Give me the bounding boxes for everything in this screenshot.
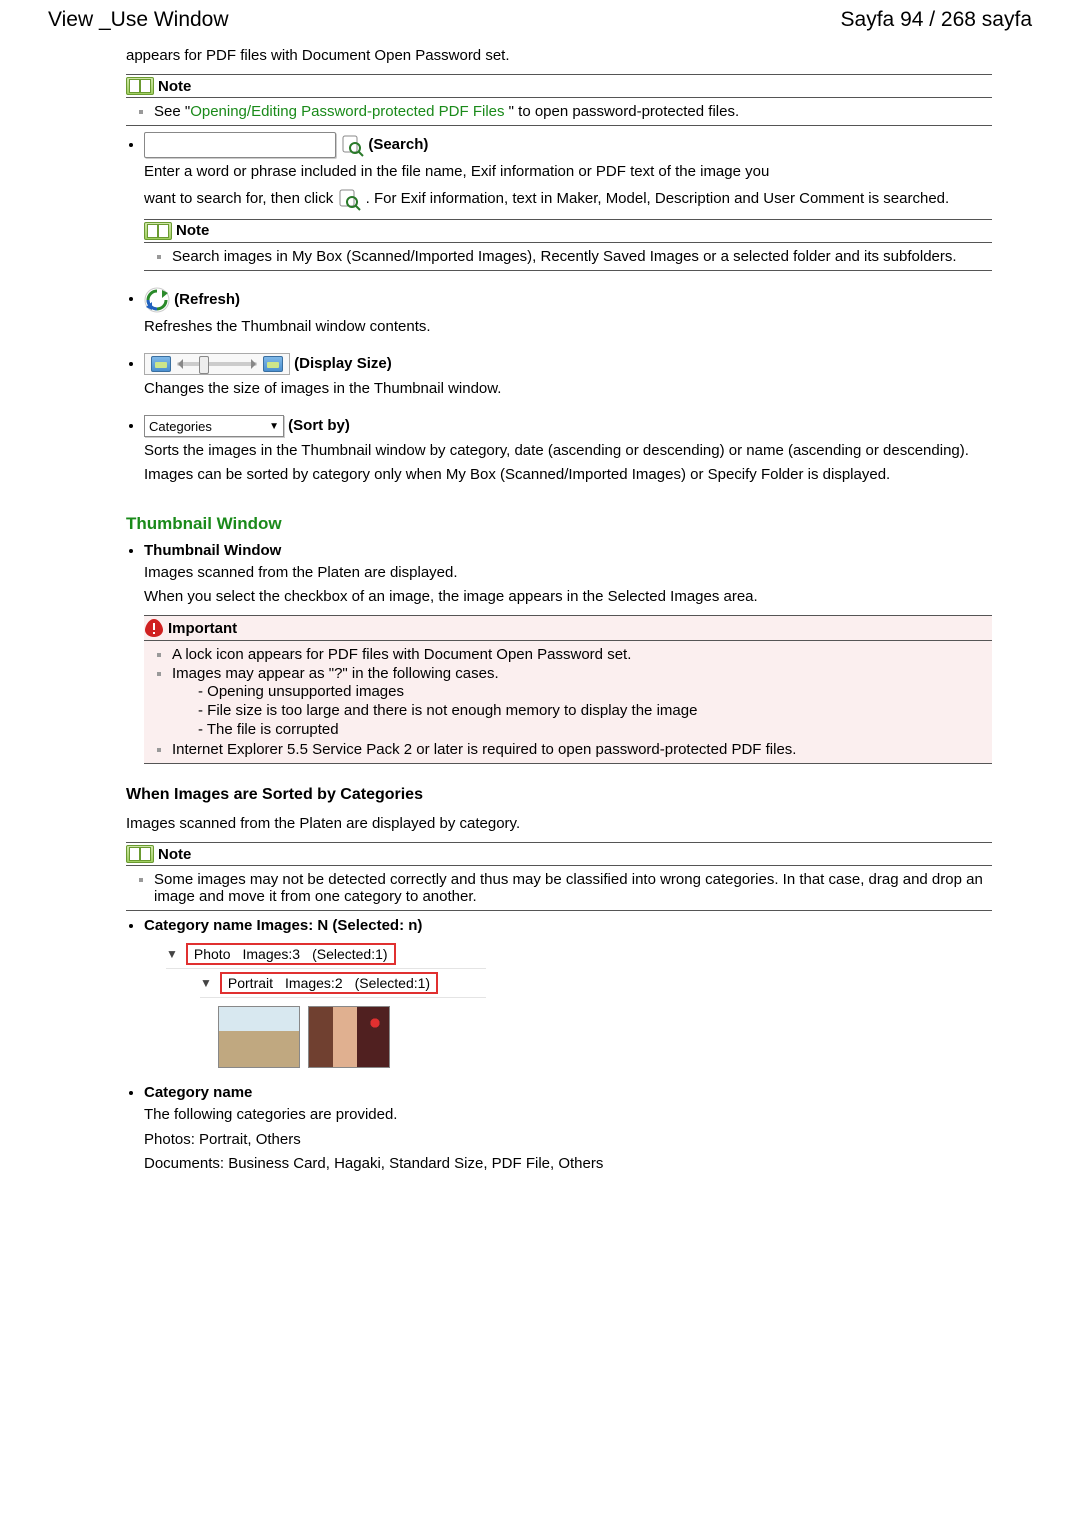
refresh-item: (Refresh) Refreshes the Thumbnail window… [144, 287, 992, 337]
search-icon-inline[interactable] [337, 187, 361, 211]
imp-i3: Internet Explorer 5.5 Service Pack 2 or … [172, 740, 992, 759]
note-title: Note [176, 222, 209, 239]
note-box-3: Note Some images may not be detected cor… [126, 842, 992, 911]
category-tree: ▼ Photo Images:3 (Selected:1) ▼ Portrait… [166, 940, 486, 1068]
refresh-icon[interactable] [144, 287, 170, 313]
catname-p2: Photos: Portrait, Others [144, 1130, 992, 1150]
note1-item: See "Opening/Editing Password-protected … [154, 102, 992, 121]
sortby-label: (Sort by) [288, 417, 350, 434]
note-icon [126, 77, 154, 95]
refresh-text: Refreshes the Thumbnail window contents. [144, 317, 992, 337]
imp-d3: - The file is corrupted [198, 720, 992, 739]
collapse-icon[interactable]: ▼ [200, 976, 212, 990]
category-name-bullet: Category name The following categories a… [144, 1084, 992, 1174]
search-line1: Enter a word or phrase included in the f… [144, 162, 992, 182]
display-size-slider[interactable] [144, 353, 290, 375]
sorted-intro: Images scanned from the Platen are displ… [126, 814, 992, 834]
sortby-dropdown[interactable]: Categories ▼ [144, 415, 284, 437]
search-line2: want to search for, then click . For Exi… [144, 187, 992, 211]
imp-d2: - File size is too large and there is no… [198, 701, 992, 720]
thumb-p1: Images scanned from the Platen are displ… [144, 563, 992, 583]
note-icon [144, 222, 172, 240]
thumbnail-window-bullet: Thumbnail Window Images scanned from the… [144, 542, 992, 765]
search-icon[interactable] [340, 133, 364, 157]
note-title: Note [158, 78, 191, 95]
imp-d1: - Opening unsupported images [198, 682, 992, 701]
note3-item: Some images may not be detected correctl… [154, 870, 992, 906]
chevron-down-icon: ▼ [269, 421, 279, 432]
sorted-title: When Images are Sorted by Categories [126, 786, 992, 804]
sortby-text1: Sorts the images in the Thumbnail window… [144, 441, 992, 461]
header-left: View _Use Window [48, 8, 229, 32]
thumb-large-icon [263, 356, 283, 372]
important-title: Important [168, 620, 237, 637]
thumb-small-icon [151, 356, 171, 372]
note-box-2: Note Search images in My Box (Scanned/Im… [144, 219, 992, 271]
pdf-link[interactable]: Opening/Editing Password-protected PDF F… [190, 103, 504, 120]
catname-p1: The following categories are provided. [144, 1105, 992, 1125]
important-icon [144, 618, 164, 638]
display-size-item: (Display Size) Changes the size of image… [144, 353, 992, 399]
note-icon [126, 845, 154, 863]
thumb-p2: When you select the checkbox of an image… [144, 587, 992, 607]
intro-text: appears for PDF files with Document Open… [126, 46, 992, 66]
thumbnail-image[interactable] [308, 1006, 390, 1068]
thumbnail-window-title: Thumbnail Window [126, 514, 992, 534]
category-row-portrait[interactable]: ▼ Portrait Images:2 (Selected:1) [200, 969, 486, 998]
search-label: (Search) [368, 136, 428, 153]
search-input[interactable] [144, 132, 336, 158]
sortby-item: Categories ▼ (Sort by) Sorts the images … [144, 415, 992, 486]
category-row-photo[interactable]: ▼ Photo Images:3 (Selected:1) [166, 940, 486, 969]
search-item: (Search) Enter a word or phrase included… [144, 132, 992, 270]
category-label-bullet: Category name Images: N (Selected: n) ▼ … [144, 917, 992, 1068]
thumbnail-image[interactable] [218, 1006, 300, 1068]
refresh-label: (Refresh) [174, 290, 240, 307]
display-size-label: (Display Size) [294, 355, 392, 372]
header-page-indicator: Sayfa 94 / 268 sayfa [841, 8, 1032, 32]
imp-i1: A lock icon appears for PDF files with D… [172, 645, 992, 664]
important-box: Important A lock icon appears for PDF fi… [144, 615, 992, 764]
collapse-icon[interactable]: ▼ [166, 947, 178, 961]
catname-p3: Documents: Business Card, Hagaki, Standa… [144, 1154, 992, 1174]
sortby-text2: Images can be sorted by category only wh… [144, 465, 992, 485]
note-box-1: Note See "Opening/Editing Password-prote… [126, 74, 992, 126]
imp-i2: Images may appear as "?" in the followin… [172, 664, 992, 740]
note2-item: Search images in My Box (Scanned/Importe… [172, 247, 992, 266]
display-size-text: Changes the size of images in the Thumbn… [144, 379, 992, 399]
note-title: Note [158, 846, 191, 863]
